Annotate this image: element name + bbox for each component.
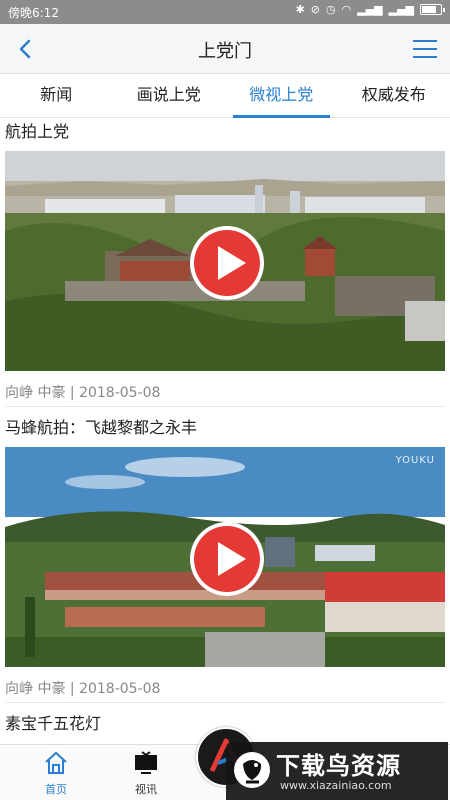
bottom-nav-home[interactable]: 首页 [26,750,86,797]
video-meta: 向峥 中豪 | 2018-05-08 [5,667,445,703]
wifi-icon: ◠ [341,3,352,16]
play-button-icon[interactable] [188,224,266,302]
video-source-watermark: YOUKU [395,455,435,466]
video-thumbnail[interactable] [5,151,445,371]
category-tabs: 新闻 画说上党 微视上党 权威发布 [0,74,450,118]
video-meta: 向峥 中豪 | 2018-05-08 [5,371,445,407]
video-title[interactable]: 航拍上党 [5,118,445,151]
back-arrow-icon [19,39,31,59]
tab-micro-video[interactable]: 微视上党 [225,74,338,118]
menu-button[interactable] [410,35,440,63]
status-bar: 傍晚6:12 ✱ ⊘ ◷ ◠ ▂▄▆ ▂▄▆ [0,0,450,24]
battery-fill [422,6,436,13]
video-item[interactable]: 马蜂航拍：飞越黎都之永丰 YOUKU 向峥 中豪 | 2018-05-08 [0,414,450,703]
tab-official-release[interactable]: 权威发布 [338,74,450,117]
video-title[interactable]: 马蜂航拍：飞越黎都之永丰 [5,414,445,447]
battery-icon [420,4,445,15]
video-thumbnail[interactable]: YOUKU [5,447,445,667]
bottom-nav-label: 视讯 [135,783,157,796]
nav-bar: 上党门 [0,24,450,74]
hamburger-menu-icon [413,40,437,58]
bottom-nav-video[interactable]: 视讯 [116,750,176,797]
mute-icon: ⊘ [310,3,320,16]
signal-icon-2: ▂▄▆ [388,3,414,16]
play-button-icon[interactable] [188,520,266,598]
alarm-icon: ◷ [326,3,336,16]
site-watermark: 下载鸟资源 www.xiazainiao.com [226,742,448,800]
tv-icon [135,751,157,774]
watermark-text: 下载鸟资源 [276,752,401,780]
home-icon [45,751,67,774]
bottom-nav-label: 首页 [45,783,67,796]
back-button[interactable] [12,35,40,63]
tab-picture-stories[interactable]: 画说上党 [113,74,226,117]
tab-news[interactable]: 新闻 [0,74,113,117]
video-item[interactable]: 航拍上党 向峥 中豪 | 2018-05-08 [0,118,450,407]
watermark-url: www.xiazainiao.com [280,779,392,792]
page-title: 上党门 [198,41,252,62]
signal-icon: ▂▄▆ [357,3,383,16]
status-time: 傍晚6:12 [8,6,59,20]
bird-logo-icon [234,752,270,788]
bluetooth-icon: ✱ [295,3,305,16]
status-icons: ✱ ⊘ ◷ ◠ ▂▄▆ ▂▄▆ [295,3,445,16]
video-feed[interactable]: 航拍上党 向峥 中豪 | 2018-05-08 马蜂航拍：飞越黎都之永丰 YOU… [0,118,450,744]
